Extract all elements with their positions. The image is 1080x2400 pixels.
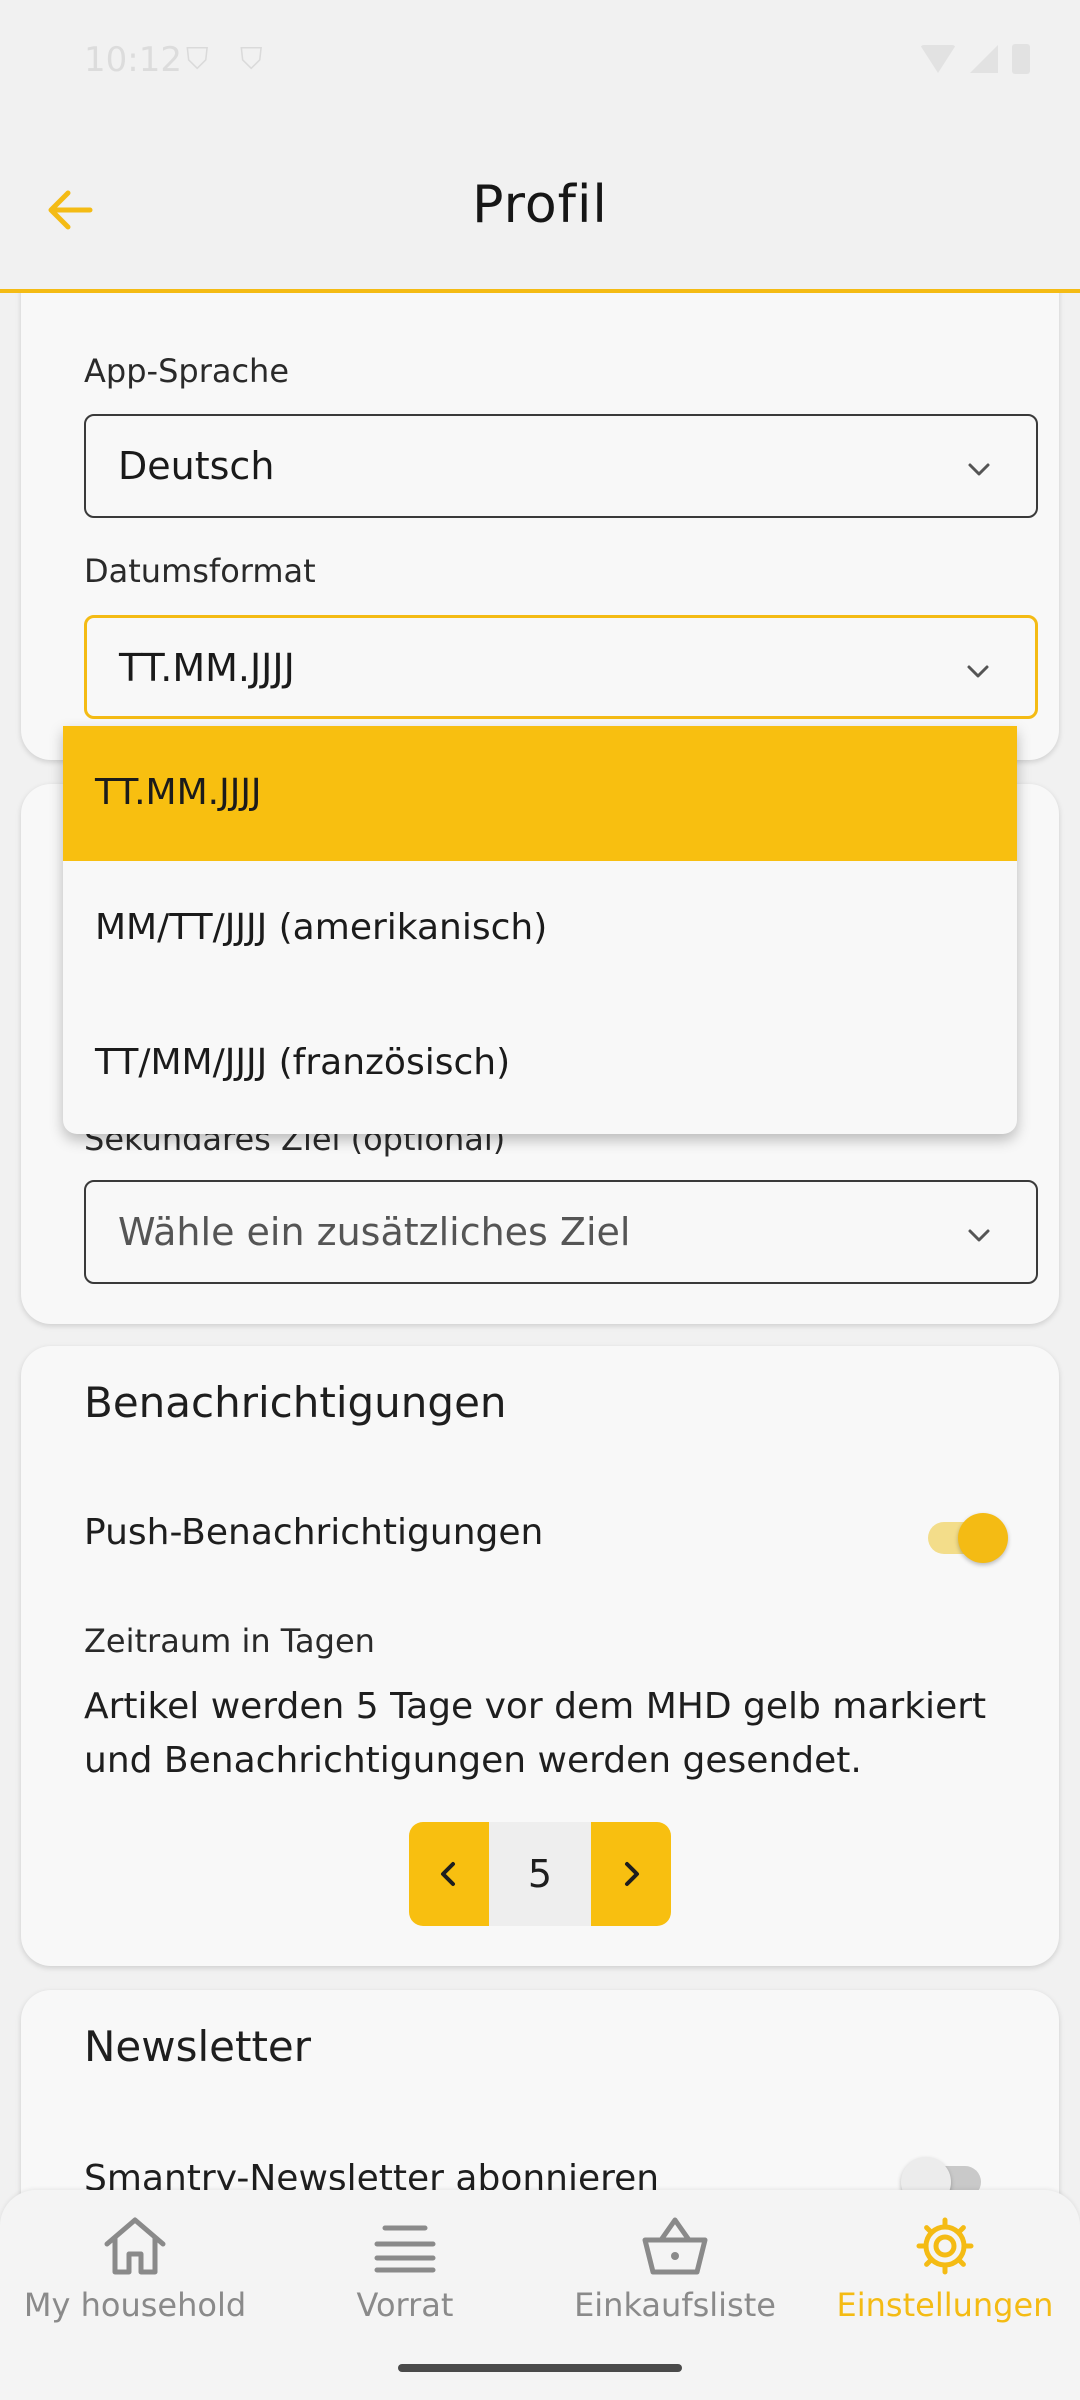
- nav-label: Einkaufsliste: [574, 2286, 776, 2324]
- shield-icon: ⛉: [186, 42, 209, 77]
- chevron-right-icon: [625, 1862, 639, 1886]
- status-time: 10:12: [84, 40, 182, 80]
- nav-einstellungen[interactable]: Einstellungen: [810, 2214, 1080, 2344]
- notifications-title: Benachrichtigungen: [84, 1378, 507, 1427]
- newsletter-title: Newsletter: [84, 2022, 312, 2071]
- date-option-label: TT.MM.JJJJ: [95, 772, 262, 813]
- date-option-tt-mm-jjjj[interactable]: TT.MM.JJJJ: [63, 726, 1017, 861]
- chevron-down-icon: [968, 463, 990, 476]
- basket-icon: [642, 2217, 708, 2275]
- nav-label: Einstellungen: [836, 2286, 1054, 2324]
- nav-vorrat[interactable]: Vorrat: [270, 2214, 540, 2344]
- push-notifications-label: Push-Benachrichtigungen: [84, 1512, 544, 1553]
- date-option-french[interactable]: TT/MM/JJJJ (französisch): [63, 996, 1017, 1131]
- decrement-button[interactable]: [409, 1822, 489, 1926]
- nav-my-household[interactable]: My household: [0, 2214, 270, 2344]
- app-language-value: Deutsch: [118, 444, 275, 488]
- home-indicator[interactable]: [398, 2364, 682, 2372]
- secondary-goal-select[interactable]: Wähle ein zusätzliches Ziel: [84, 1180, 1038, 1284]
- nav-label: My household: [23, 2286, 247, 2324]
- chevron-left-icon: [441, 1862, 455, 1886]
- secondary-goal-placeholder: Wähle ein zusätzliches Ziel: [118, 1210, 631, 1254]
- stack-icon: [374, 2225, 436, 2273]
- increment-button[interactable]: [591, 1822, 671, 1926]
- battery-icon: [1012, 44, 1030, 74]
- gear-icon: [916, 2217, 974, 2275]
- status-bar: 10:12 ⛉ ⛉: [0, 0, 1080, 125]
- date-format-label: Datumsformat: [84, 552, 316, 590]
- signal-icon: [970, 45, 998, 73]
- nav-label: Vorrat: [356, 2286, 454, 2324]
- date-format-select[interactable]: TT.MM.JJJJ: [84, 615, 1038, 719]
- page-title: Profil: [472, 175, 608, 235]
- date-option-label: MM/TT/JJJJ (amerikanisch): [95, 907, 548, 948]
- app-language-select[interactable]: Deutsch: [84, 414, 1038, 518]
- home-icon: [104, 2217, 166, 2275]
- period-label: Zeitraum in Tagen: [84, 1622, 375, 1660]
- days-stepper: 5: [409, 1822, 671, 1926]
- date-option-label: TT/MM/JJJJ (französisch): [95, 1042, 511, 1083]
- date-format-value: TT.MM.JJJJ: [119, 646, 295, 690]
- chevron-down-icon: [967, 665, 989, 678]
- nav-einkaufsliste[interactable]: Einkaufsliste: [540, 2214, 810, 2344]
- push-notifications-toggle[interactable]: [918, 1508, 1008, 1568]
- date-format-dropdown: TT.MM.JJJJ MM/TT/JJJJ (amerikanisch) TT/…: [63, 726, 1017, 1134]
- chevron-down-icon: [968, 1229, 990, 1242]
- period-description: Artikel werden 5 Tage vor dem MHD gelb m…: [84, 1686, 987, 1781]
- toggle-thumb: [958, 1513, 1008, 1563]
- status-icons: [920, 44, 1030, 74]
- vpn-icon: ⛉: [240, 42, 263, 77]
- wifi-icon: [920, 45, 956, 73]
- language-settings-card: App-Sprache Deutsch Datumsformat TT.MM.J…: [21, 240, 1059, 760]
- days-value[interactable]: 5: [489, 1822, 591, 1926]
- app-header: Profil: [0, 125, 1080, 293]
- app-language-label: App-Sprache: [84, 352, 290, 390]
- date-option-american[interactable]: MM/TT/JJJJ (amerikanisch): [63, 861, 1017, 996]
